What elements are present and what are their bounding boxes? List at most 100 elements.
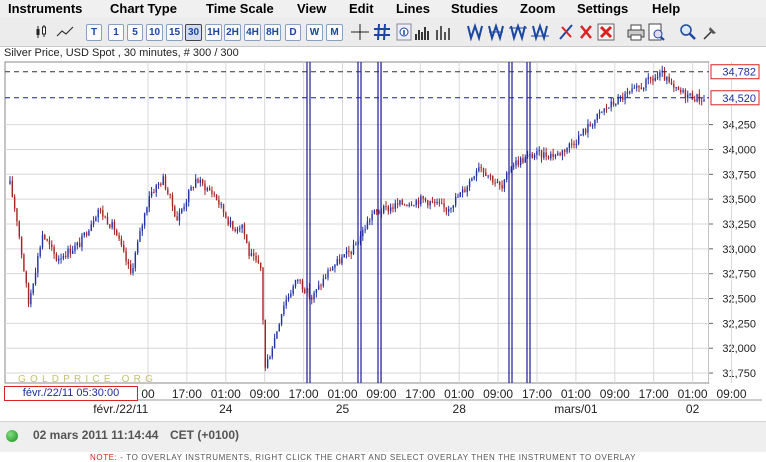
timeframe-button-3[interactable]: 10 xyxy=(146,24,163,41)
candle-body xyxy=(99,209,102,211)
timeframe-button-9[interactable]: 8H xyxy=(264,24,281,41)
menu-lines[interactable]: Lines xyxy=(396,0,430,17)
candlestick-chart-icon[interactable] xyxy=(34,22,52,42)
candle-body xyxy=(647,77,649,80)
menu-instruments[interactable]: Instruments xyxy=(8,0,82,17)
channel-icon[interactable] xyxy=(487,22,505,42)
candle-body xyxy=(65,255,67,257)
candle-body xyxy=(703,99,705,102)
y-tick-label: 31,750 xyxy=(722,368,756,380)
delete-all-icon[interactable] xyxy=(577,22,595,42)
pin-icon[interactable] xyxy=(678,22,696,42)
crosshair-icon[interactable] xyxy=(351,22,369,42)
candle-body xyxy=(11,180,14,197)
delete-line-icon[interactable] xyxy=(531,22,549,42)
candle-body xyxy=(387,206,390,212)
menu-time-scale[interactable]: Time Scale xyxy=(206,0,274,17)
timeframe-button-5[interactable]: 30 xyxy=(185,24,202,41)
menu-view[interactable]: View xyxy=(297,0,326,17)
timeframe-button-7[interactable]: 2H xyxy=(224,24,241,41)
candle-body xyxy=(257,260,260,263)
menu-studies[interactable]: Studies xyxy=(451,0,498,17)
candle-body xyxy=(696,94,698,102)
watermark: GOLDPRICE.ORG xyxy=(18,374,157,385)
candle-body xyxy=(422,196,424,199)
timeframe-button-6[interactable]: 1H xyxy=(205,24,222,41)
menu-help[interactable]: Help xyxy=(652,0,680,17)
price-marker-label: 34,782 xyxy=(722,67,756,79)
candle-body xyxy=(459,192,461,197)
x-tick-label: 01:00 xyxy=(327,387,357,401)
menu-chart-type[interactable]: Chart Type xyxy=(110,0,177,17)
y-tick-label: 32,500 xyxy=(722,294,756,306)
x-tick-label: 17:00 xyxy=(639,387,669,401)
price-chart[interactable]: 31,750 32,000 32,250 32,500 32,750 33,000 33,2… xyxy=(0,58,766,421)
zoom-icon[interactable] xyxy=(647,22,665,42)
status-timezone: CET (+0100) xyxy=(170,428,240,442)
candle-body xyxy=(329,270,332,272)
candle-body xyxy=(350,251,352,255)
candle-body xyxy=(638,85,640,88)
candle-body xyxy=(652,78,654,81)
candle-body xyxy=(269,356,271,360)
timeframe-button-4[interactable]: 15 xyxy=(166,24,183,41)
timeframe-button-11[interactable]: W xyxy=(306,24,323,41)
candle-body xyxy=(25,271,27,284)
candle-body xyxy=(536,150,538,155)
candle-body xyxy=(605,108,608,110)
print-preview-icon[interactable] xyxy=(627,22,645,42)
candle-body xyxy=(450,208,452,210)
candle-body xyxy=(322,278,325,286)
timeframe-button-12[interactable]: M xyxy=(326,24,343,41)
note-label: NOTE: xyxy=(90,453,118,462)
info-icon[interactable] xyxy=(395,22,413,42)
menu-settings[interactable]: Settings xyxy=(577,0,628,17)
timeframe-button-2[interactable]: 5 xyxy=(127,24,143,41)
candle-body xyxy=(373,210,376,214)
candle-body xyxy=(58,258,60,261)
timeframe-button-0[interactable]: T xyxy=(86,24,102,41)
candle-body xyxy=(327,270,329,278)
candle-body xyxy=(420,196,422,205)
candle-body xyxy=(547,156,550,159)
volume-bars-icon[interactable] xyxy=(414,22,432,42)
candle-body xyxy=(673,83,675,88)
candle-body xyxy=(120,238,123,246)
candle-body xyxy=(30,293,32,305)
overlay-note: NOTE: - TO OVERLAY INSTRUMENTS, RIGHT CL… xyxy=(90,453,636,462)
grid-icon[interactable] xyxy=(373,22,391,42)
candle-body xyxy=(382,205,385,213)
trendline-icon[interactable] xyxy=(434,22,452,42)
candle-body xyxy=(559,153,561,156)
candle-body xyxy=(480,167,482,169)
timeframe-button-1[interactable]: 1 xyxy=(108,24,124,41)
timeframe-button-10[interactable]: D xyxy=(285,24,301,41)
candle-body xyxy=(185,201,188,207)
candle-body xyxy=(32,283,34,294)
candle-body xyxy=(153,192,155,194)
candle-body xyxy=(519,158,522,166)
delete-selected-icon[interactable] xyxy=(557,22,575,42)
line-chart-icon[interactable] xyxy=(56,22,74,42)
menu-edit[interactable]: Edit xyxy=(349,0,374,17)
candle-body xyxy=(44,234,46,240)
menu-zoom[interactable]: Zoom xyxy=(520,0,555,17)
fibonacci-icon[interactable] xyxy=(466,22,484,42)
timeframe-button-8[interactable]: 4H xyxy=(244,24,261,41)
candle-body xyxy=(626,92,629,94)
candle-body xyxy=(561,150,564,156)
y-tick-label: 34,000 xyxy=(722,144,756,156)
candle-body xyxy=(13,196,16,209)
x-tick-label: 01:00 xyxy=(211,387,241,401)
candle-body xyxy=(645,79,647,88)
candle-body xyxy=(71,250,74,254)
print-icon[interactable] xyxy=(597,22,615,42)
candle-body xyxy=(62,255,65,259)
plot-area xyxy=(4,61,710,384)
candle-body xyxy=(598,112,601,114)
candle-body xyxy=(670,82,673,84)
parallel-lines-icon[interactable] xyxy=(509,22,527,42)
candle-body xyxy=(438,201,441,204)
pin-icon[interactable] xyxy=(701,22,719,42)
candle-body xyxy=(262,268,264,320)
